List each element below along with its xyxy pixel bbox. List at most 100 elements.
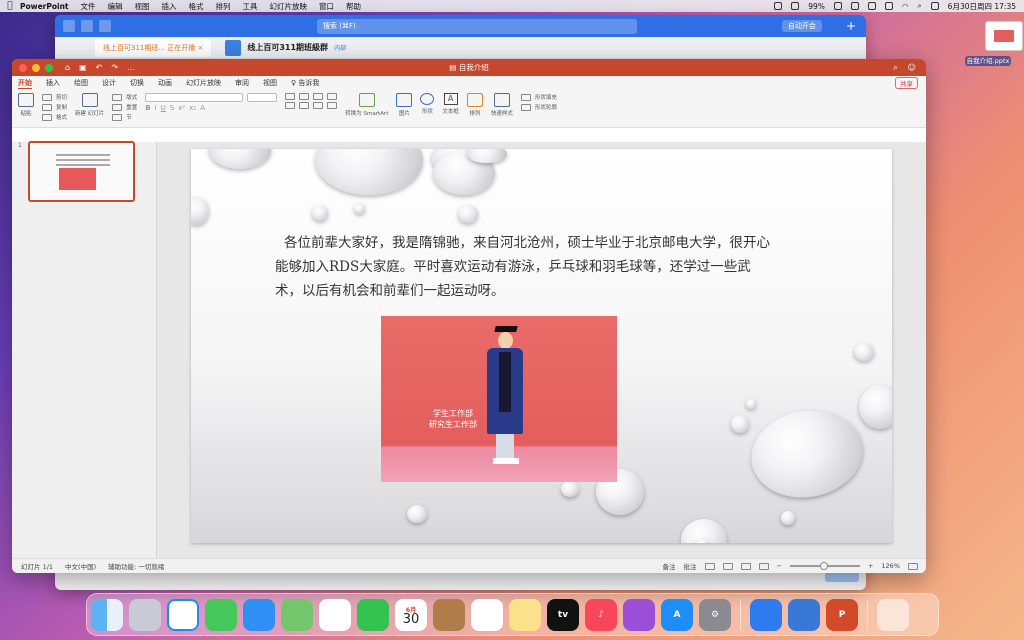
zoom-slider[interactable]: [789, 562, 860, 570]
notes-icon[interactable]: [509, 598, 541, 631]
music-icon[interactable]: ♪: [585, 598, 617, 631]
tab-review[interactable]: 审阅: [235, 78, 249, 88]
reminders-icon[interactable]: [471, 598, 503, 631]
menu-file[interactable]: 文件: [81, 1, 96, 12]
chat-search-input[interactable]: 搜索 (⌘F): [317, 18, 637, 34]
quick-styles-label[interactable]: 快速样式: [491, 109, 513, 117]
shape-outline-icon[interactable]: [520, 103, 531, 111]
save-icon[interactable]: ▣: [79, 63, 87, 72]
picture-label[interactable]: 图片: [399, 109, 410, 117]
close-icon[interactable]: [19, 63, 27, 72]
layout-label[interactable]: 版式: [126, 93, 137, 101]
chat-nav-icon[interactable]: [81, 20, 93, 32]
shape-icon[interactable]: [420, 93, 435, 105]
copy-label[interactable]: 复制: [56, 103, 67, 111]
chat-room-header[interactable]: 线上百可311期班級群 内部: [225, 39, 346, 56]
battery-label[interactable]: 99%: [808, 2, 825, 11]
menu-window[interactable]: 窗口: [319, 1, 334, 12]
slide-canvas[interactable]: 各位前辈大家好，我是隋锦驰，来自河北沧州，硕士毕业于北京邮电大学，很开心能够加入…: [191, 149, 892, 543]
indent-icon[interactable]: [313, 93, 324, 100]
display-icon[interactable]: [791, 2, 800, 10]
section-icon[interactable]: [112, 113, 123, 121]
align-center-icon[interactable]: [299, 102, 310, 109]
picture-icon[interactable]: [396, 93, 413, 107]
messages-icon[interactable]: [205, 598, 237, 631]
menu-edit[interactable]: 编辑: [108, 1, 123, 12]
reset-icon[interactable]: [112, 103, 123, 111]
new-slide-icon[interactable]: [81, 93, 98, 107]
safari-icon[interactable]: [167, 598, 199, 631]
justify-icon[interactable]: [327, 102, 338, 109]
vpn-icon[interactable]: [750, 598, 782, 631]
accessibility-label[interactable]: 辅助功能: 一切就绪: [108, 561, 164, 571]
paste-icon[interactable]: [18, 93, 34, 107]
textbox-icon[interactable]: A: [443, 93, 458, 105]
shape-outline-label[interactable]: 形状轮廓: [535, 103, 557, 111]
tab-insert[interactable]: 插入: [46, 78, 60, 88]
menu-slideshow[interactable]: 幻灯片放映: [270, 1, 308, 12]
xcode-icon[interactable]: [788, 598, 820, 631]
menu-arrange[interactable]: 排列: [216, 1, 231, 12]
align-left-icon[interactable]: [285, 102, 296, 109]
search-icon[interactable]: ⌕: [893, 63, 897, 73]
zoom-slider-handle[interactable]: [819, 562, 828, 570]
more-icon[interactable]: …: [127, 63, 135, 72]
calendar-icon[interactable]: 6月 30: [395, 598, 427, 631]
menu-tools[interactable]: 工具: [243, 1, 258, 12]
font-size-select[interactable]: [247, 93, 278, 102]
bullets-icon[interactable]: [285, 93, 296, 100]
section-label[interactable]: 节: [126, 113, 132, 121]
record-icon[interactable]: [774, 2, 783, 10]
align-right-icon[interactable]: [313, 102, 324, 109]
zoom-level[interactable]: 126%: [881, 562, 900, 570]
quick-styles-icon[interactable]: [493, 93, 510, 107]
mail-icon[interactable]: [243, 598, 275, 631]
strikethrough-icon[interactable]: S: [170, 104, 174, 112]
minimize-icon[interactable]: [32, 63, 40, 72]
comments-button[interactable]: 批注: [684, 561, 697, 571]
share-button[interactable]: 共享: [895, 77, 918, 89]
cut-label[interactable]: 剪切: [56, 93, 67, 101]
vpn-status-icon[interactable]: [850, 2, 859, 10]
menu-insert[interactable]: 插入: [162, 1, 177, 12]
arrange-label[interactable]: 排列: [469, 109, 480, 117]
zoom-in-icon[interactable]: +: [868, 562, 873, 570]
numbering-icon[interactable]: [299, 93, 310, 100]
notes-button[interactable]: 备注: [663, 561, 676, 571]
layout-icon[interactable]: [112, 93, 123, 101]
tab-slideshow[interactable]: 幻灯片放映: [186, 78, 221, 88]
slideshow-icon[interactable]: [758, 562, 769, 570]
menu-help[interactable]: 帮助: [346, 1, 361, 12]
apple-icon[interactable]: : [0, 1, 20, 11]
auto-meeting-button[interactable]: 自动开会: [781, 20, 822, 32]
chat-nav-icon[interactable]: [99, 20, 111, 32]
wifi-icon[interactable]: ◠: [902, 2, 909, 11]
search-icon[interactable]: ⌕: [917, 1, 921, 11]
bold-icon[interactable]: B: [145, 104, 150, 112]
input-method-icon[interactable]: [884, 2, 893, 10]
textbox-label[interactable]: 文本框: [442, 107, 459, 115]
desktop-file[interactable]: 自我介绍.pptx: [960, 21, 1023, 66]
italic-icon[interactable]: I: [155, 104, 157, 112]
tv-icon[interactable]: tv: [547, 598, 579, 631]
chat-nav-icon[interactable]: [63, 20, 75, 32]
smartart-icon[interactable]: [358, 93, 375, 107]
superscript-icon[interactable]: x²: [178, 104, 185, 112]
tab-view[interactable]: 视图: [263, 78, 277, 88]
underline-icon[interactable]: U: [161, 104, 166, 112]
language-label[interactable]: 中文(中国): [65, 561, 96, 571]
menu-format[interactable]: 格式: [189, 1, 204, 12]
slide-thumbnail[interactable]: [28, 141, 135, 202]
menu-view[interactable]: 视图: [135, 1, 150, 12]
launchpad-icon[interactable]: [129, 598, 161, 631]
facetime-icon[interactable]: [357, 598, 389, 631]
home-icon[interactable]: ⌂: [65, 63, 70, 72]
photos-icon[interactable]: [319, 598, 351, 631]
podcasts-icon[interactable]: [623, 598, 655, 631]
zoom-icon[interactable]: [45, 63, 53, 72]
tab-transitions[interactable]: 切换: [130, 78, 144, 88]
tab-design[interactable]: 设计: [102, 78, 116, 88]
font-color-icon[interactable]: A: [200, 104, 205, 112]
datetime-label[interactable]: 6月30日周四 17:35: [948, 1, 1016, 12]
maps-icon[interactable]: [281, 598, 313, 631]
